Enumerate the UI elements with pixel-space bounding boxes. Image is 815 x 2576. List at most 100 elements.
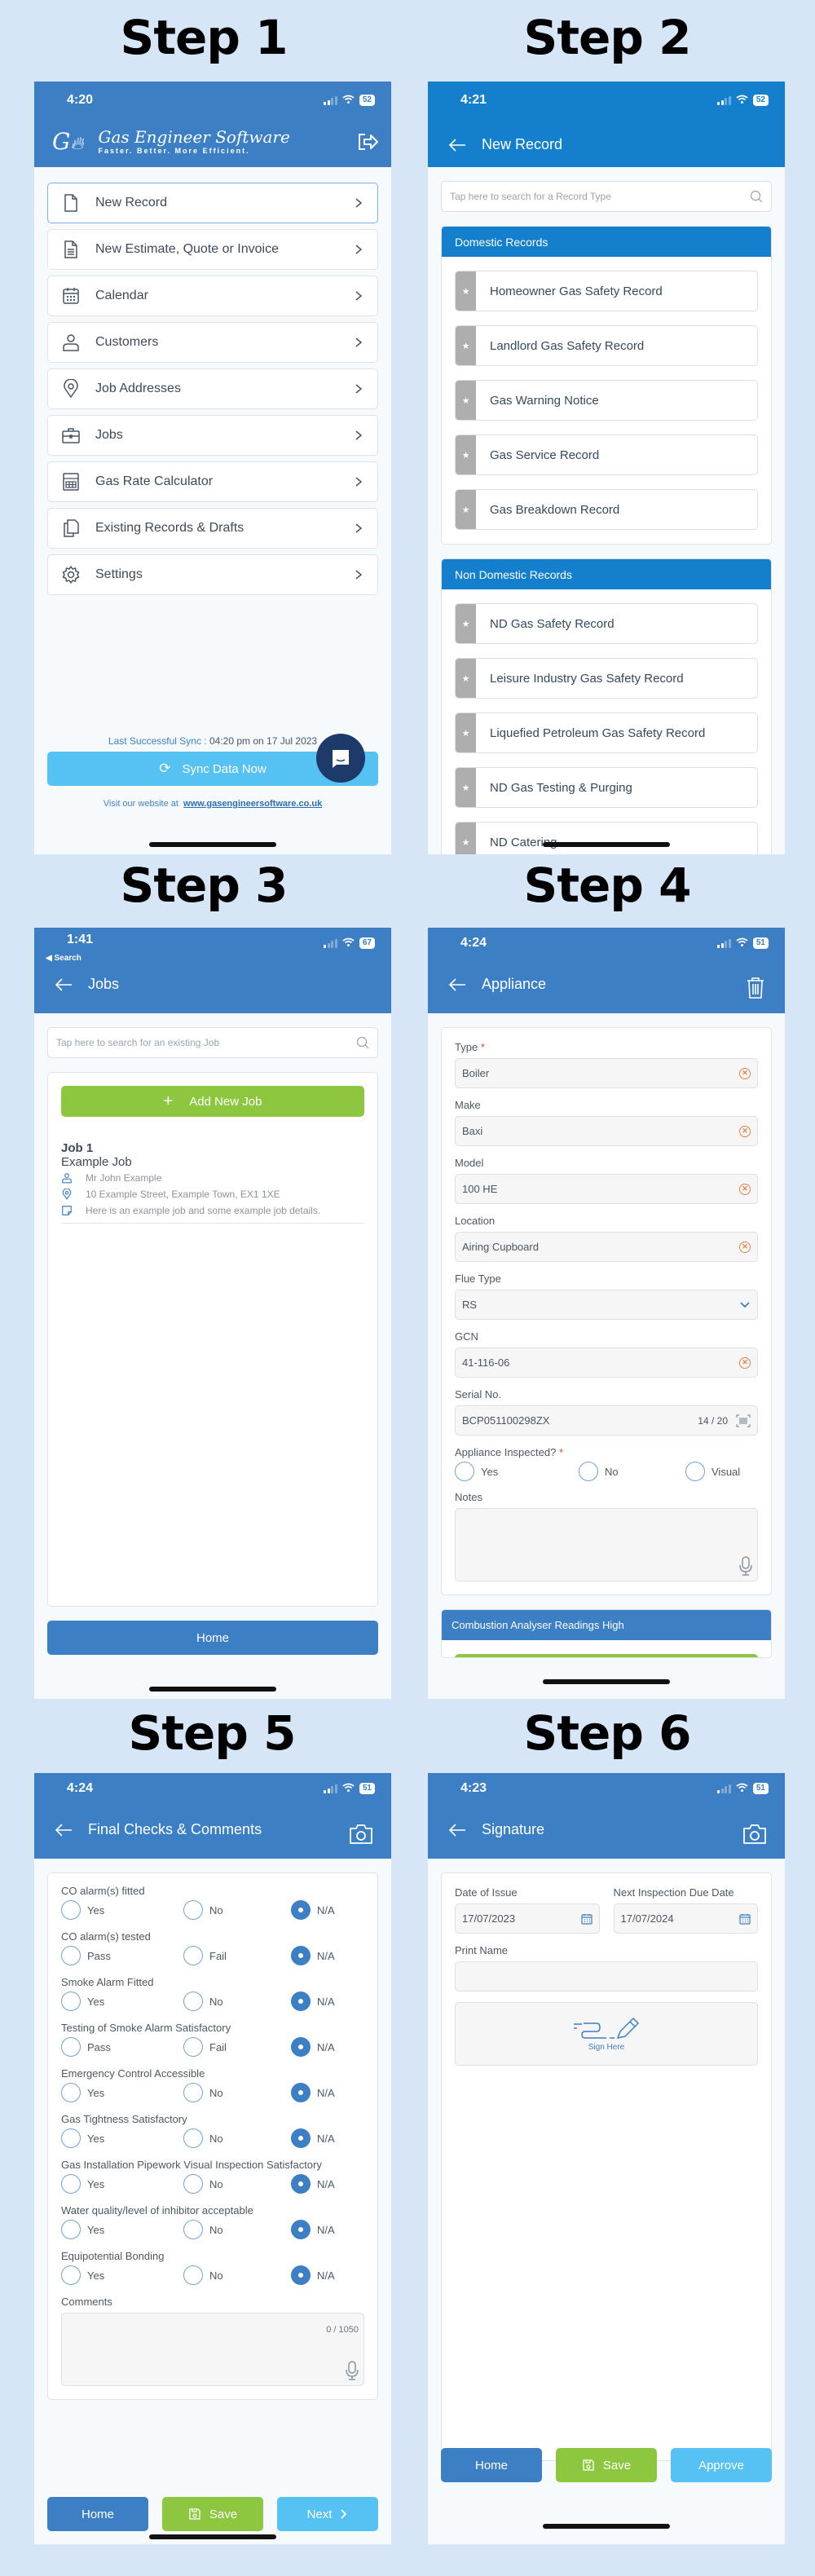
back-arrow-icon[interactable] xyxy=(447,1820,467,1840)
radio-option[interactable]: Yes xyxy=(61,2083,183,2102)
record-type-item[interactable]: ★ Gas Warning Notice xyxy=(455,380,758,421)
star-icon[interactable]: ★ xyxy=(456,381,476,420)
radio-option[interactable]: Yes xyxy=(61,2220,183,2239)
radio-button[interactable] xyxy=(455,1462,474,1481)
radio-button[interactable] xyxy=(61,2128,81,2148)
home-button[interactable]: Home xyxy=(441,2448,542,2482)
flue-type-select[interactable]: RS xyxy=(455,1290,758,1320)
job-search-input[interactable]: Tap here to search for an existing Job xyxy=(47,1027,378,1058)
website-link[interactable]: www.gasengineersoftware.co.uk xyxy=(183,799,322,809)
radio-option[interactable]: N/A xyxy=(291,2083,335,2102)
radio-option[interactable]: N/A xyxy=(291,1946,335,1965)
radio-button[interactable] xyxy=(183,2128,203,2148)
radio-button[interactable] xyxy=(61,1992,81,2011)
clear-icon[interactable]: ✕ xyxy=(739,1125,751,1137)
star-icon[interactable]: ★ xyxy=(456,823,476,854)
radio-option[interactable]: N/A xyxy=(291,2174,335,2194)
notes-textarea[interactable] xyxy=(455,1508,758,1581)
back-arrow-icon[interactable] xyxy=(54,1820,73,1840)
radio-button[interactable] xyxy=(183,2174,203,2194)
radio-button-selected[interactable] xyxy=(291,1900,311,1920)
radio-option[interactable]: N/A xyxy=(291,2037,335,2057)
radio-option-yes[interactable]: Yes xyxy=(455,1462,579,1481)
barcode-scan-icon[interactable] xyxy=(736,1414,751,1427)
radio-option[interactable]: Yes xyxy=(61,2128,183,2148)
next-button[interactable]: Next xyxy=(277,2497,378,2531)
menu-job-addresses[interactable]: Job Addresses xyxy=(47,368,378,409)
star-icon[interactable]: ★ xyxy=(456,271,476,311)
menu-calendar[interactable]: Calendar xyxy=(47,276,378,316)
back-arrow-icon[interactable] xyxy=(447,975,467,995)
radio-button[interactable] xyxy=(183,2037,203,2057)
back-arrow-icon[interactable] xyxy=(447,135,467,155)
radio-button-selected[interactable] xyxy=(291,2128,311,2148)
approve-button[interactable]: Approve xyxy=(671,2448,772,2482)
record-type-item[interactable]: ★ Leisure Industry Gas Safety Record xyxy=(455,658,758,699)
camera-icon[interactable] xyxy=(349,1824,373,1845)
radio-button[interactable] xyxy=(61,2174,81,2194)
type-input[interactable]: Boiler ✕ xyxy=(455,1058,758,1088)
record-type-item[interactable]: ★ Gas Breakdown Record xyxy=(455,489,758,530)
save-button[interactable]: Save xyxy=(162,2497,263,2531)
radio-option[interactable]: N/A xyxy=(291,1992,335,2011)
radio-button[interactable] xyxy=(183,2265,203,2285)
radio-option[interactable]: Pass xyxy=(61,1946,183,1965)
print-name-input[interactable] xyxy=(455,1961,758,1992)
radio-button-selected[interactable] xyxy=(291,2265,311,2285)
radio-option[interactable]: No xyxy=(183,2265,291,2285)
microphone-icon[interactable] xyxy=(346,2361,359,2380)
star-icon[interactable]: ★ xyxy=(456,435,476,474)
star-icon[interactable]: ★ xyxy=(456,659,476,698)
trash-icon[interactable] xyxy=(746,977,765,999)
radio-option-no[interactable]: No xyxy=(579,1462,685,1481)
serial-number-input[interactable]: BCP051100298ZX 14 / 20 xyxy=(455,1405,758,1436)
clear-icon[interactable]: ✕ xyxy=(739,1356,751,1369)
model-input[interactable]: 100 HE ✕ xyxy=(455,1174,758,1204)
star-icon[interactable]: ★ xyxy=(456,490,476,529)
star-icon[interactable]: ★ xyxy=(456,326,476,365)
radio-option[interactable]: Yes xyxy=(61,2265,183,2285)
radio-button-selected[interactable] xyxy=(291,2083,311,2102)
radio-option[interactable]: N/A xyxy=(291,1900,335,1920)
radio-button-selected[interactable] xyxy=(291,1992,311,2011)
radio-button[interactable] xyxy=(61,1900,81,1920)
radio-button-selected[interactable] xyxy=(291,2220,311,2239)
menu-customers[interactable]: Customers xyxy=(47,322,378,363)
radio-button[interactable] xyxy=(61,1946,81,1965)
radio-button[interactable] xyxy=(183,1900,203,1920)
menu-existing-records[interactable]: Existing Records & Drafts xyxy=(47,508,378,549)
radio-button-selected[interactable] xyxy=(291,2174,311,2194)
radio-option[interactable]: Yes xyxy=(61,1900,183,1920)
next-inspection-due-input[interactable]: 17/07/2024 xyxy=(613,1903,758,1934)
menu-settings[interactable]: Settings xyxy=(47,554,378,595)
star-icon[interactable]: ★ xyxy=(456,768,476,807)
radio-button[interactable] xyxy=(183,2220,203,2239)
radio-option[interactable]: No xyxy=(183,1900,291,1920)
radio-option[interactable]: Yes xyxy=(61,1992,183,2011)
radio-button[interactable] xyxy=(61,2083,81,2102)
date-of-issue-input[interactable]: 17/07/2023 xyxy=(455,1903,600,1934)
record-type-item[interactable]: ★ Gas Service Record xyxy=(455,434,758,475)
clear-icon[interactable]: ✕ xyxy=(739,1183,751,1195)
radio-option[interactable]: No xyxy=(183,2174,291,2194)
radio-option[interactable]: N/A xyxy=(291,2128,335,2148)
radio-option[interactable]: N/A xyxy=(291,2265,335,2285)
radio-button[interactable] xyxy=(579,1462,598,1481)
radio-button-selected[interactable] xyxy=(291,1946,311,1965)
radio-button[interactable] xyxy=(183,1946,203,1965)
star-icon[interactable]: ★ xyxy=(456,604,476,643)
radio-option-visual[interactable]: Visual xyxy=(685,1462,740,1481)
signature-pad[interactable]: Sign Here xyxy=(455,2002,758,2066)
radio-button-selected[interactable] xyxy=(291,2037,311,2057)
record-type-item[interactable]: ★ ND Gas Safety Record xyxy=(455,603,758,644)
record-type-item[interactable]: ★ ND Gas Testing & Purging xyxy=(455,767,758,808)
gcn-input[interactable]: 41-116-06 ✕ xyxy=(455,1348,758,1378)
section-action-button[interactable] xyxy=(455,1654,758,1657)
menu-new-record[interactable]: New Record xyxy=(47,183,378,223)
radio-option[interactable]: Yes xyxy=(61,2174,183,2194)
radio-option[interactable]: N/A xyxy=(291,2220,335,2239)
record-type-item[interactable]: ★ Landlord Gas Safety Record xyxy=(455,325,758,366)
save-button[interactable]: Save xyxy=(556,2448,657,2482)
radio-button[interactable] xyxy=(183,1992,203,2011)
radio-option[interactable]: Pass xyxy=(61,2037,183,2057)
